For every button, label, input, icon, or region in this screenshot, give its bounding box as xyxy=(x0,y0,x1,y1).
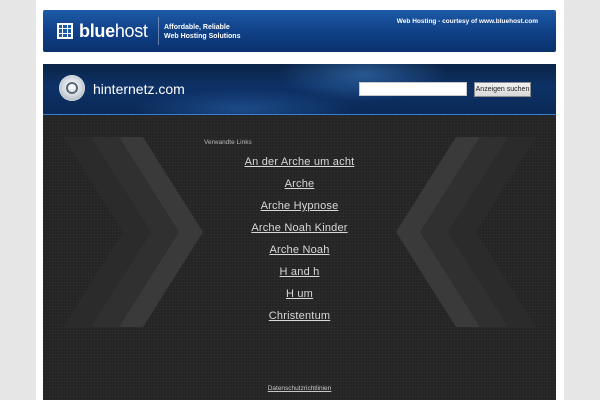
related-links-panel: Verwandte Links An der Arche um acht Arc… xyxy=(43,115,556,400)
bluehost-banner[interactable]: bluehost Affordable, Reliable Web Hostin… xyxy=(43,10,556,52)
related-link[interactable]: Arche xyxy=(43,177,556,199)
search-input[interactable] xyxy=(359,82,467,96)
related-link[interactable]: Arche Noah xyxy=(43,243,556,265)
related-link[interactable]: H and h xyxy=(43,265,556,287)
bluehost-grid-icon xyxy=(57,23,73,39)
site-header: hinternetz.com Anzeigen suchen xyxy=(43,64,556,115)
page: bluehost Affordable, Reliable Web Hostin… xyxy=(36,0,564,400)
site-name: hinternetz.com xyxy=(93,81,185,97)
tagline-line-2: Web Hosting Solutions xyxy=(164,33,241,40)
privacy-policy-link[interactable]: Datenschutzrichtlinien xyxy=(43,385,556,392)
banner-courtesy-text[interactable]: Web Hosting - courtesy of www.bluehost.c… xyxy=(397,18,538,25)
banner-divider xyxy=(158,17,159,45)
site-logo-icon xyxy=(59,75,85,101)
brand-light: host xyxy=(114,21,148,41)
related-link[interactable]: Christentum xyxy=(43,309,556,331)
related-link[interactable]: An der Arche um acht xyxy=(43,155,556,177)
banner-tagline: Affordable, Reliable Web Hosting Solutio… xyxy=(164,23,240,41)
related-links-heading: Verwandte Links xyxy=(204,139,252,146)
related-link[interactable]: Arche Noah Kinder xyxy=(43,221,556,243)
search-button[interactable]: Anzeigen suchen xyxy=(474,82,531,97)
tagline-line-1: Affordable, Reliable xyxy=(164,24,230,31)
brand-bold: blue xyxy=(79,21,115,41)
related-link[interactable]: H um xyxy=(43,287,556,309)
related-links-list: An der Arche um acht Arche Arche Hypnose… xyxy=(43,155,556,331)
bluehost-wordmark: bluehost xyxy=(79,22,148,40)
bluehost-logo[interactable]: bluehost xyxy=(57,22,148,40)
related-link[interactable]: Arche Hypnose xyxy=(43,199,556,221)
